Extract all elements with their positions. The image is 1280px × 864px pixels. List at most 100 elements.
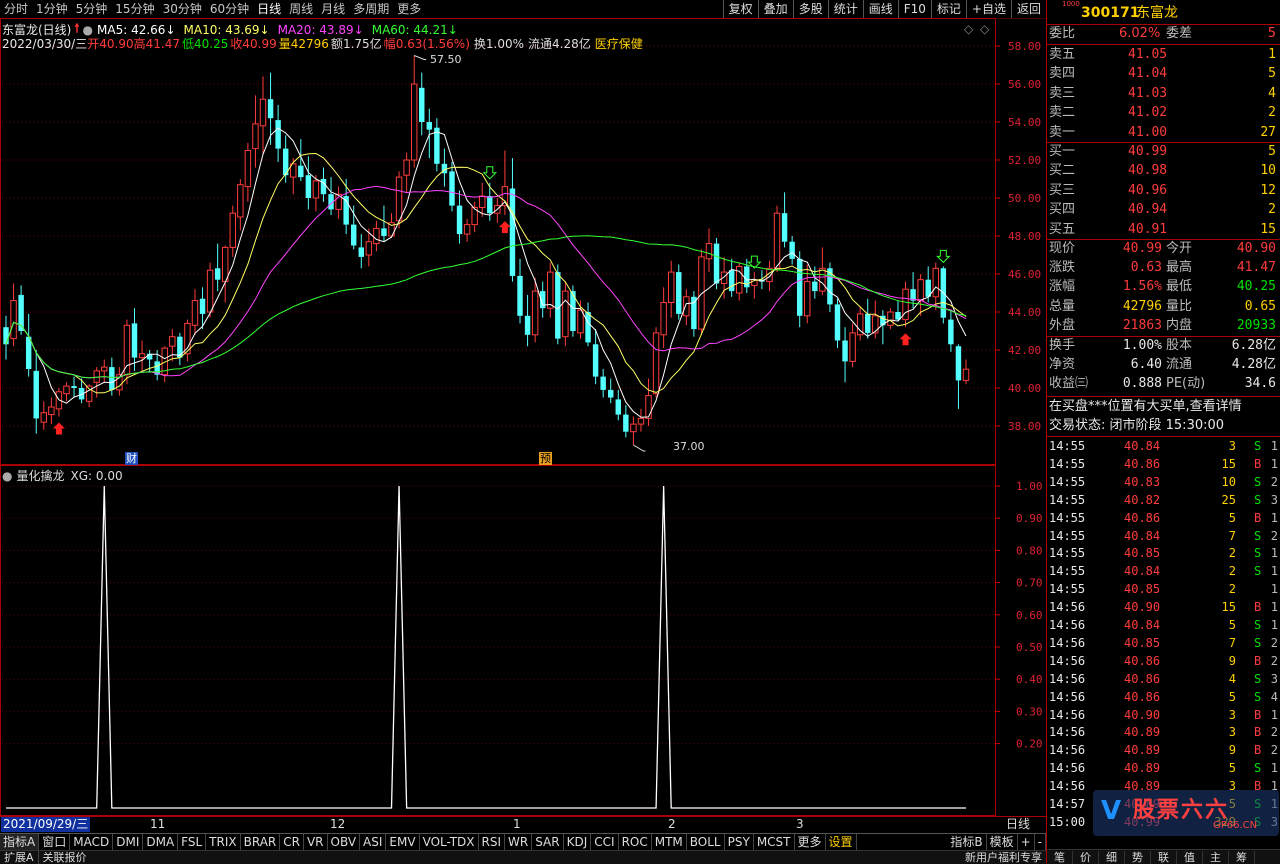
candle: [781, 192, 788, 248]
price-tick-5: 48.00: [1008, 230, 1041, 243]
buy-row-0[interactable]: 买一 40.99 5: [1048, 143, 1280, 161]
tick-row: 14:56 40.90 3 B 1: [1049, 707, 1278, 722]
kline-chart[interactable]: 58.00 56.00 54.00 52.00 50.00 48.00 46.00 44.00…: [0, 0, 1046, 833]
indicator-tab-16[interactable]: SAR: [532, 834, 564, 851]
indicator-tab-6[interactable]: TRIX: [206, 834, 241, 851]
indicator-tab-17[interactable]: KDJ: [564, 834, 592, 851]
indicator-tab-13[interactable]: VOL-TDX: [420, 834, 479, 851]
indicator-tab-2[interactable]: MACD: [70, 834, 114, 851]
candle: [615, 389, 622, 421]
quote-tab-0[interactable]: 笔: [1047, 850, 1073, 864]
indicator-tab-10[interactable]: OBV: [328, 834, 361, 851]
signals: [52, 166, 951, 435]
code-badge: 1000: [1062, 0, 1080, 8]
indicator-tab-1[interactable]: 窗口: [39, 834, 71, 851]
right-tab-3[interactable]: -: [1035, 834, 1046, 851]
candle: [955, 344, 962, 409]
sell-row-2[interactable]: 卖三 41.03 4: [1048, 85, 1280, 103]
quote-tab-6[interactable]: 主: [1203, 850, 1229, 864]
candle: [40, 401, 48, 430]
big-order-notice[interactable]: 在买盘***位置有大买单,查看详情: [1048, 398, 1280, 416]
indicator-tab-4[interactable]: DMA: [143, 834, 179, 851]
quote-tab-3[interactable]: 势: [1125, 850, 1151, 864]
status-expand[interactable]: 扩展A: [0, 851, 39, 864]
sell-row-3[interactable]: 卖二 41.02 2: [1048, 104, 1280, 122]
indicator-tab-23[interactable]: MCST: [754, 834, 795, 851]
sell-row-4[interactable]: 卖一 41.00 27: [1048, 124, 1280, 142]
indicator-tab-8[interactable]: CR: [280, 834, 304, 851]
candle: [691, 291, 697, 337]
right-tab-2[interactable]: +: [1018, 834, 1035, 851]
buy-row-2[interactable]: 买三 40.96 12: [1048, 182, 1280, 200]
status-promo[interactable]: 新用户福利专享: [961, 851, 1046, 864]
price-tick-4: 50.00: [1008, 192, 1041, 205]
tick-row: 14:55 40.84 7 S 2: [1049, 528, 1278, 543]
collapse-icon[interactable]: ◇: [980, 22, 989, 36]
candle: [789, 236, 795, 265]
indicator-tick-7: 0.30: [1016, 705, 1043, 718]
indicator-tab-14[interactable]: RSI: [479, 834, 506, 851]
quote-tab-4[interactable]: 联: [1151, 850, 1177, 864]
indicator-settings-icon[interactable]: ●: [2, 469, 12, 483]
candle: [562, 281, 569, 347]
indicator-tab-3[interactable]: DMI: [113, 834, 144, 851]
quote-tab-7[interactable]: 筹: [1229, 850, 1255, 864]
indicator-tab-19[interactable]: ROC: [619, 834, 652, 851]
candle: [434, 118, 440, 172]
buy-row-4[interactable]: 买五 40.91 15: [1048, 221, 1280, 239]
quote-tab-2[interactable]: 细: [1099, 850, 1125, 864]
candle: [161, 346, 168, 383]
amount-value: 1.75亿: [342, 37, 382, 51]
stock-code: 300171: [1081, 5, 1140, 21]
low-value: 40.25: [193, 36, 229, 51]
buy-row-3[interactable]: 买四 40.94 2: [1048, 201, 1280, 219]
indicator-tab-12[interactable]: EMV: [386, 834, 420, 851]
indicator-tab-15[interactable]: WR: [505, 834, 533, 851]
sector-value[interactable]: 医疗保健: [595, 35, 643, 52]
finance-badge[interactable]: 财: [125, 452, 138, 465]
right-tab-1[interactable]: 模板: [987, 834, 1018, 851]
buy-signal-icon: [52, 422, 65, 435]
candle: [849, 323, 856, 368]
candle: [138, 340, 146, 373]
buy-row-1[interactable]: 买二 40.98 10: [1048, 162, 1280, 180]
candle: [592, 329, 599, 385]
indicator-tab-24[interactable]: 更多: [795, 834, 826, 851]
price-tick-7: 44.00: [1008, 306, 1041, 319]
indicator-tab-25[interactable]: 设置: [826, 834, 857, 851]
candle: [55, 388, 63, 417]
quote-tabs: 笔价细势联值主筹: [1047, 849, 1280, 864]
forecast-badge[interactable]: 预: [539, 452, 552, 465]
indicator-tab-22[interactable]: PSY: [725, 834, 754, 851]
indicator-tab-20[interactable]: MTM: [652, 834, 687, 851]
quote-tab-5[interactable]: 值: [1177, 850, 1203, 864]
stock-header: 1000 300171 东富龙: [1048, 0, 1280, 24]
open-value: 40.90: [99, 36, 134, 51]
candle: [773, 205, 781, 273]
indicator-tab-18[interactable]: CCI: [591, 834, 619, 851]
price-tick-2: 54.00: [1008, 116, 1041, 129]
sell-row-1[interactable]: 卖四 41.04 5: [1048, 65, 1280, 83]
logo-mark-icon: V: [1101, 796, 1122, 826]
indicator-tab-11[interactable]: ASI: [360, 834, 387, 851]
high-value: 41.47: [145, 36, 180, 51]
month-label-2: 1: [513, 817, 521, 831]
candle: [902, 281, 909, 328]
tick-row: 14:55 40.85 2 1: [1049, 582, 1278, 597]
quote-panel: 1000 300171 东富龙 委比 6.02% 委差 5 卖五 41.05 1 卖四…: [1046, 0, 1280, 864]
status-related[interactable]: 关联报价: [39, 851, 91, 864]
candle: [456, 190, 463, 244]
indicator-tab-0[interactable]: 指标A: [0, 834, 40, 851]
indicator-tab-9[interactable]: VR: [304, 834, 328, 851]
candle: [524, 294, 531, 347]
month-label-3: 2: [668, 817, 676, 831]
right-tab-0[interactable]: 指标B: [947, 834, 987, 851]
indicator-tab-5[interactable]: FSL: [178, 834, 207, 851]
indicator-tab-21[interactable]: BOLL: [687, 834, 725, 851]
sell-row-0[interactable]: 卖五 41.05 1: [1048, 46, 1280, 64]
indicator-tab-7[interactable]: BRAR: [241, 834, 281, 851]
candle: [328, 177, 334, 216]
quote-tab-1[interactable]: 价: [1073, 850, 1099, 864]
candle: [608, 378, 614, 404]
diamond-icon[interactable]: ◇: [964, 22, 973, 36]
